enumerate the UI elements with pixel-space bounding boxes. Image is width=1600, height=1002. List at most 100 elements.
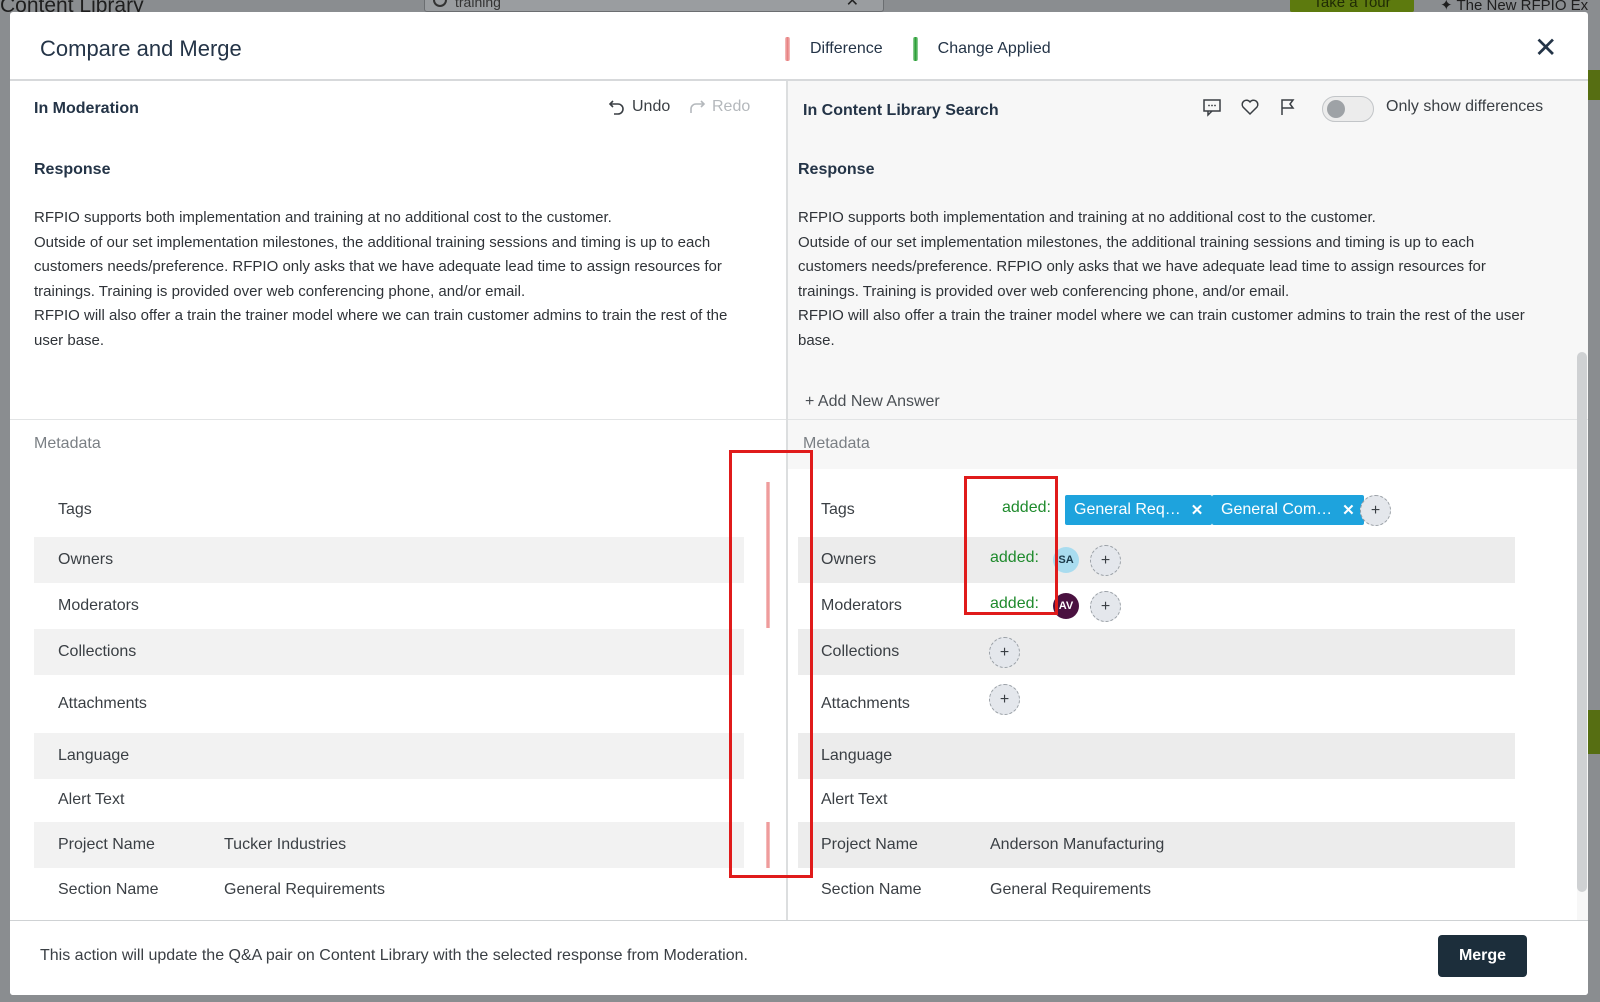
merge-button[interactable]: Merge — [1438, 935, 1527, 977]
search-value: training — [455, 0, 501, 10]
meta-row-moderators: Moderators — [798, 583, 1515, 629]
meta-key: Project Name — [58, 836, 155, 853]
add-new-answer-label: Add New Answer — [817, 393, 940, 410]
change-applied-legend-swatch — [912, 37, 918, 61]
meta-key: Attachments — [58, 695, 147, 712]
remove-tag-icon[interactable]: ✕ — [1342, 501, 1355, 519]
meta-row-language: Language — [34, 733, 744, 779]
scrollbar[interactable] — [1577, 352, 1587, 892]
tag-label: General Req… — [1074, 501, 1181, 518]
right-panel: In Content Library Search Only show diff… — [788, 81, 1588, 921]
tag-label: General Com… — [1221, 501, 1333, 518]
meta-key: Project Name — [821, 836, 918, 853]
toggle-label: Only show differences — [1386, 98, 1544, 115]
meta-key: Tags — [821, 501, 855, 518]
add-tag-button[interactable]: + — [1360, 495, 1391, 526]
right-response-label: Response — [798, 161, 875, 178]
meta-key: Language — [821, 747, 893, 764]
only-differences-toggle[interactable] — [1322, 96, 1374, 122]
add-moderator-button[interactable]: + — [1090, 591, 1121, 622]
meta-row-moderators: Moderators — [34, 583, 744, 629]
add-collection-button[interactable]: + — [989, 637, 1020, 668]
heart-icon[interactable] — [1240, 97, 1260, 117]
footer-message: This action will update the Q&A pair on … — [40, 947, 748, 964]
left-metadata-label: Metadata — [34, 435, 101, 452]
search-icon — [433, 0, 447, 7]
meta-key: Moderators — [58, 597, 139, 614]
meta-value: General Requirements — [224, 881, 385, 898]
meta-row-owners: Owners — [798, 537, 1515, 583]
take-a-tour-button[interactable]: Take a Tour — [1290, 0, 1414, 12]
close-icon[interactable]: ✕ — [1534, 34, 1557, 62]
meta-row-section-name: Section Name General Requirements — [798, 867, 1515, 913]
redo-button[interactable]: Redo — [688, 98, 750, 116]
add-attachment-button[interactable]: + — [989, 684, 1020, 715]
meta-value: Tucker Industries — [224, 836, 347, 853]
response-line: RFPIO supports both implementation and t… — [34, 209, 612, 226]
difference-legend-swatch — [785, 37, 790, 61]
right-toolbar — [1202, 97, 1298, 117]
add-new-answer-button[interactable]: + Add New Answer — [805, 393, 940, 411]
response-line: RFPIO will also offer a train the traine… — [798, 307, 1525, 349]
response-line: RFPIO supports both implementation and t… — [798, 209, 1376, 226]
meta-key: Alert Text — [821, 791, 888, 808]
left-response-label: Response — [34, 161, 111, 178]
meta-row-section-name: Section Name General Requirements — [34, 867, 744, 913]
meta-key: Alert Text — [58, 791, 125, 808]
modal-footer: This action will update the Q&A pair on … — [10, 920, 1588, 995]
flag-icon[interactable] — [1278, 97, 1298, 117]
divider — [788, 419, 1588, 420]
tag-chip[interactable]: General Req… ✕ — [1065, 495, 1213, 525]
background-strip — [1587, 70, 1600, 100]
meta-row-language: Language — [798, 733, 1515, 779]
meta-row-attachments: Attachments — [798, 681, 1515, 727]
legend-change-applied: Change Applied — [937, 40, 1051, 57]
meta-value: General Requirements — [990, 881, 1151, 898]
comment-icon[interactable] — [1202, 97, 1222, 117]
redo-label: Redo — [712, 98, 751, 115]
remove-tag-icon[interactable]: ✕ — [1191, 501, 1204, 519]
response-line: Outside of our set implementation milest… — [34, 233, 722, 300]
meta-row-alert-text: Alert Text — [34, 777, 744, 823]
left-panel: In Moderation Undo Redo Response RFPIO s… — [10, 81, 786, 921]
meta-key: Language — [58, 747, 130, 764]
background-strip — [1587, 710, 1600, 754]
undo-button[interactable]: Undo — [608, 98, 670, 116]
meta-row-attachments: Attachments — [34, 681, 744, 727]
tag-chip[interactable]: General Com… ✕ — [1212, 495, 1364, 525]
meta-row-owners: Owners — [34, 537, 744, 583]
meta-row-collections: Collections — [798, 629, 1515, 675]
legend: Difference Change Applied — [785, 37, 1051, 61]
meta-row-alert-text: Alert Text — [798, 777, 1515, 823]
compare-merge-modal: Compare and Merge Difference Change Appl… — [10, 12, 1588, 995]
meta-key: Collections — [58, 643, 137, 660]
undo-icon — [608, 100, 624, 115]
annotation-box — [964, 476, 1058, 615]
meta-value: Anderson Manufacturing — [990, 836, 1165, 853]
meta-key: Owners — [821, 551, 877, 568]
left-panel-title: In Moderation — [34, 100, 139, 117]
meta-row-collections: Collections — [34, 629, 744, 675]
right-panel-title: In Content Library Search — [803, 102, 999, 119]
meta-row-tags: Tags — [34, 487, 744, 533]
divider — [10, 419, 786, 420]
meta-key: Section Name — [58, 881, 159, 898]
meta-key: Owners — [58, 551, 114, 568]
add-owner-button[interactable]: + — [1090, 545, 1121, 576]
right-metadata-label: Metadata — [803, 435, 870, 452]
left-response-text[interactable]: RFPIO supports both implementation and t… — [34, 206, 754, 354]
redo-icon — [690, 100, 706, 113]
meta-key: Collections — [821, 643, 900, 660]
right-response-text[interactable]: RFPIO supports both implementation and t… — [798, 206, 1533, 354]
annotation-box — [729, 450, 813, 878]
response-line: Outside of our set implementation milest… — [798, 233, 1486, 300]
meta-row-project-name: Project Name Tucker Industries — [34, 822, 744, 868]
meta-key: Attachments — [821, 695, 910, 712]
search-input[interactable]: training ✕ — [424, 0, 884, 12]
response-line: RFPIO will also offer a train the traine… — [34, 307, 728, 349]
modal-header: Compare and Merge Difference Change Appl… — [10, 12, 1588, 81]
toggle-knob — [1327, 100, 1345, 118]
meta-row-project-name: Project Name Anderson Manufacturing — [798, 822, 1515, 868]
undo-label: Undo — [632, 98, 671, 115]
meta-key: Moderators — [821, 597, 902, 614]
